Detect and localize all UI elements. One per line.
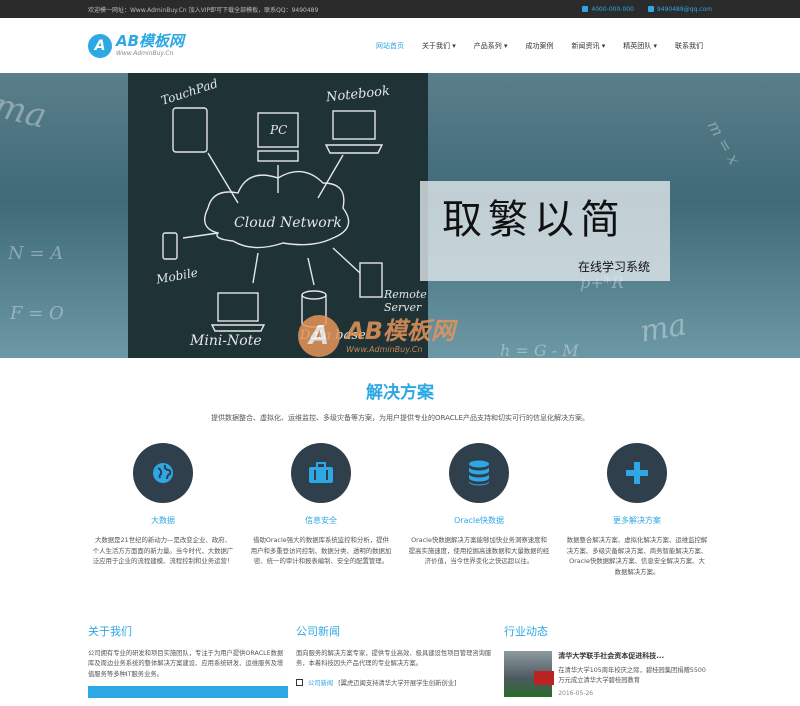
decorative-formula: m = x [703,117,745,168]
phone-number: 4000-000-000 [591,5,634,13]
solution-card-more[interactable]: 更多解决方案 数据整合解决方案、虚拟化解决方案、运维监控解决方案、多级灾备解决方… [562,443,712,577]
nav-home[interactable]: 网站首页 [367,41,413,51]
nav-contact[interactable]: 联系我们 [666,41,712,51]
about-text: 公司拥有专业的研发和项目实施团队，专注于为用户提供ORACLE数据库及周边业务系… [88,650,284,678]
news-item[interactable]: 公司新闻 [翼虎迈闽支持清华大学开展学生创新创业] [296,678,504,687]
industry-news-desc: 在清华大学105周年校庆之际，碧桂园集团捐赠5500万元成立清华大学碧桂园教育 [558,667,706,685]
about-column: 关于我们 公司拥有专业的研发和项目实施团队，专注于为用户提供ORACLE数据库及… [88,603,296,706]
card-title[interactable]: Oracle快数据 [454,515,504,526]
site-logo[interactable]: A AB模板网 Www.AdminBuy.Cn [88,32,185,58]
label-pc: PC [270,123,288,137]
watermark-name: AB模板网 [346,316,455,345]
about-more-bar[interactable] [88,686,288,699]
phone-icon [582,6,589,12]
email-contact[interactable]: 9490489@qq.com [647,6,712,13]
news-thumbnail[interactable] [504,651,555,697]
slogan-subtitle: 在线学习系统 [577,260,650,274]
label-remote-server: Remote Server [384,288,427,314]
industry-news-date: 2016-05-26 [558,690,594,698]
top-bar: 欢迎模一网址：Www.AdminBuy.Cn 加入VIP即可下载全部模板，联系Q… [0,0,800,18]
banner-slogan: 取繁以简 在线学习系统 [420,181,670,281]
company-news-title[interactable]: 公司新闻 [296,623,504,639]
nav-products[interactable]: 产品系列 ▾ [465,41,517,51]
solutions-section: 解决方案 提供数据整合、虚拟化、运维监控、多级灾备等方案，为用户提供专业的ORA… [0,358,800,577]
card-text: Oracle快数据解决方案能够加快业务洞察速度和提高实施速度，使用挖掘高速数据和… [408,536,550,566]
solutions-description: 提供数据整合、虚拟化、运维监控、多级灾备等方案，为用户提供专业的ORACLE产品… [211,414,589,422]
nav-cases[interactable]: 成功案例 [517,41,563,51]
solution-card-security[interactable]: 信息安全 借助Oracle强大的数据库系统监控和分析，提供用户和多重登访问控制、… [246,443,396,577]
globe-icon[interactable] [133,443,193,503]
industry-news-title[interactable]: 清华大学联手社会资本促进科技... [558,651,712,661]
nav-about[interactable]: 关于我们 ▾ [413,41,465,51]
watermark-subtitle: Www.AdminBuy.Cn [346,344,423,354]
industry-title[interactable]: 行业动态 [504,623,712,639]
database-icon[interactable] [449,443,509,503]
decorative-formula: h = G - M [500,341,579,358]
company-news-column: 公司新闻 面向服务的解决方案专家，提供专业高效、极具建设性项目管理咨询服务，本着… [296,603,504,706]
info-section: 关于我们 公司拥有专业的研发和项目实施团队，专注于为用户提供ORACLE数据库及… [0,603,800,706]
company-news-text: 面向服务的解决方案专家，提供专业高效、极具建设性项目管理咨询服务，本着科技因头产… [296,650,492,668]
label-mini-note: Mini-Note [190,333,262,349]
news-link-text[interactable]: [翼虎迈闽支持清华大学开展学生创新创业] [338,678,456,687]
phone-contact: 4000-000-000 [582,6,634,13]
solutions-title: 解决方案 [366,383,434,403]
top-contact: 4000-000-000 9490489@qq.com [582,6,712,13]
industry-news-item[interactable]: 清华大学联手社会资本促进科技... 在清华大学105周年校庆之际，碧桂园集团捐赠… [504,651,712,697]
decorative-formula: F = O [10,303,64,324]
logo-subtitle: Www.AdminBuy.Cn [116,50,174,57]
email-address[interactable]: 9490489@qq.com [657,6,712,13]
nav-news[interactable]: 新闻资讯 ▾ [563,41,615,51]
label-cloud-network: Cloud Network [234,215,342,231]
card-title[interactable]: 信息安全 [305,515,337,526]
decorative-formula: ma [637,307,690,350]
about-title[interactable]: 关于我们 [88,623,296,639]
plus-icon[interactable] [607,443,667,503]
industry-column: 行业动态 清华大学联手社会资本促进科技... 在清华大学105周年校庆之际，碧桂… [504,603,712,706]
solution-cards: 大数据 大数据是21世纪的新动力—是改变企业、政府、个人生活方方面面的新力量。当… [0,443,800,577]
nav-team[interactable]: 精英团队 ▾ [614,41,666,51]
decorative-formula: N = A [8,243,64,264]
watermark-logo: A AB模板网 Www.AdminBuy.Cn [298,315,455,357]
checkbox-icon [296,678,303,686]
card-title[interactable]: 大数据 [151,515,175,526]
site-header: A AB模板网 Www.AdminBuy.Cn 网站首页 关于我们 ▾ 产品系列… [0,18,800,73]
news-tag[interactable]: 公司新闻 [308,678,333,687]
mail-icon [647,6,654,12]
card-text: 大数据是21世纪的新动力—是改变企业、政府、个人生活方方面面的新力量。当今时代，… [92,536,234,566]
main-nav: 网站首页 关于我们 ▾ 产品系列 ▾ 成功案例 新闻资讯 ▾ 精英团队 ▾ 联系… [367,41,712,51]
watermark-a-icon: A [298,315,340,357]
welcome-notice: 欢迎模一网址：Www.AdminBuy.Cn 加入VIP即可下载全部模板，联系Q… [88,6,319,14]
solution-card-oracle[interactable]: Oracle快数据 Oracle快数据解决方案能够加快业务洞察速度和提高实施速度… [404,443,554,577]
solution-card-bigdata[interactable]: 大数据 大数据是21世纪的新动力—是改变企业、政府、个人生活方方面面的新力量。当… [88,443,238,577]
card-text: 数据整合解决方案、虚拟化解决方案、运维监控解决方案、多级灾备解决方案、商务智能解… [566,536,708,576]
card-title[interactable]: 更多解决方案 [613,515,661,526]
slogan-title: 取繁以简 [442,197,626,243]
briefcase-icon[interactable] [291,443,351,503]
logo-name: AB模板网 [116,32,185,50]
decorative-formula: ma [0,85,51,137]
card-text: 借助Oracle强大的数据库系统监控和分析，提供用户和多重登访问控制、数据分类、… [250,536,392,566]
logo-a-icon: A [88,33,112,58]
